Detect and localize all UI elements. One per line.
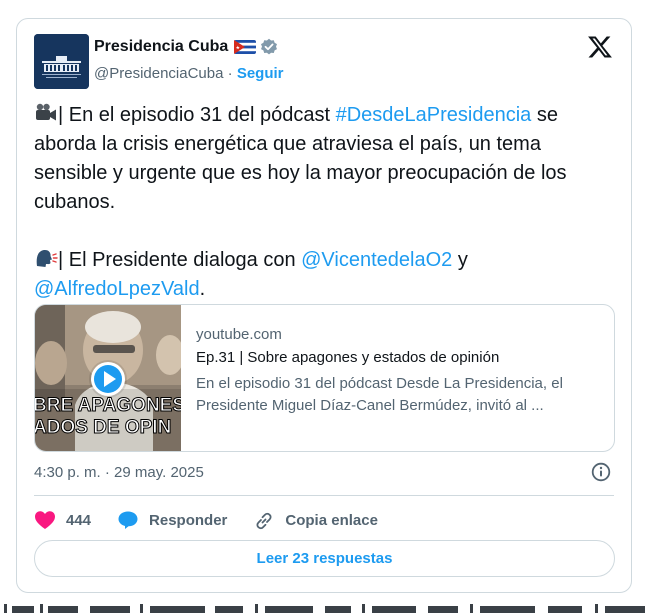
cuba-flag-icon xyxy=(234,40,257,54)
author-name-row: Presidencia Cuba xyxy=(94,38,278,56)
info-icon[interactable] xyxy=(591,462,611,482)
author-name[interactable]: Presidencia Cuba xyxy=(94,38,228,56)
reply-label: Responder xyxy=(149,511,228,529)
preview-title: Ep.31 | Sobre apagones y estados de opin… xyxy=(196,349,500,366)
heart-icon xyxy=(35,511,55,529)
speaking-head-icon xyxy=(34,247,58,269)
like-count: 444 xyxy=(66,511,92,529)
like-button[interactable]: 444 xyxy=(34,510,91,530)
play-button-icon[interactable] xyxy=(91,362,125,396)
cut-off-text-line xyxy=(0,600,652,613)
mention-link-1[interactable]: @VicentedelaO2 xyxy=(301,249,452,271)
preview-text: youtube.com Ep.31 | Sobre apagones y est… xyxy=(196,326,601,417)
tweet-text: | En el episodio 31 del pódcast #DesdeLa… xyxy=(34,101,619,304)
preview-description: En el episodio 31 del pódcast Desde La P… xyxy=(196,375,563,414)
movie-camera-icon xyxy=(34,102,58,124)
p2-text-after: . xyxy=(199,278,206,300)
follow-button[interactable]: Seguir xyxy=(237,65,284,82)
p2-text-middle: y xyxy=(452,249,468,271)
hashtag-link[interactable]: #DesdeLaPresidencia xyxy=(336,104,532,126)
link-icon xyxy=(256,512,272,530)
timestamp-separator: · xyxy=(104,464,110,481)
tweet-time: 4:30 p. m. xyxy=(34,464,101,481)
speech-bubble-icon xyxy=(118,511,138,529)
tweet-date: 29 may. 2025 xyxy=(114,464,204,481)
tweet-paragraph-2: | El Presidente dialoga con @Vicentedela… xyxy=(34,246,619,304)
author-handle-row: @PresidenciaCuba · Seguir xyxy=(94,65,284,82)
video-thumbnail[interactable]: BRE APAGONES ADOS DE OPIN xyxy=(35,305,181,451)
preview-domain: youtube.com xyxy=(196,326,282,343)
action-bar: 444 Responder Copia enlace xyxy=(34,509,404,531)
reply-button[interactable]: Responder xyxy=(117,510,227,530)
tweet-paragraph-1: | En el episodio 31 del pódcast #DesdeLa… xyxy=(34,101,619,217)
author-handle[interactable]: @PresidenciaCuba xyxy=(94,65,223,82)
tweet-timestamp[interactable]: 4:30 p. m. · 29 may. 2025 xyxy=(34,464,204,481)
tweet-card: Presidencia Cuba @PresidenciaCuba · Segu… xyxy=(16,18,632,593)
divider xyxy=(34,495,614,496)
x-logo-icon[interactable] xyxy=(587,34,613,60)
copy-link-label: Copia enlace xyxy=(285,511,378,529)
copy-link-button[interactable]: Copia enlace xyxy=(253,510,378,530)
read-replies-button[interactable]: Leer 23 respuestas xyxy=(34,540,615,577)
thumb-text-line-2: ADOS DE OPIN xyxy=(35,417,171,438)
thumb-text-line-1: BRE APAGONES xyxy=(35,395,181,416)
link-preview-card[interactable]: BRE APAGONES ADOS DE OPIN youtube.com Ep… xyxy=(34,304,615,452)
avatar[interactable] xyxy=(34,34,89,89)
p1-text-before: | En el episodio 31 del pódcast xyxy=(58,104,336,126)
verified-badge-icon xyxy=(260,38,278,56)
mention-link-2[interactable]: @AlfredoLpezVald xyxy=(34,278,200,300)
p2-text-before: | El Presidente dialoga con xyxy=(58,249,302,271)
handle-separator: · xyxy=(227,65,233,82)
read-replies-label: Leer 23 respuestas xyxy=(256,550,393,567)
